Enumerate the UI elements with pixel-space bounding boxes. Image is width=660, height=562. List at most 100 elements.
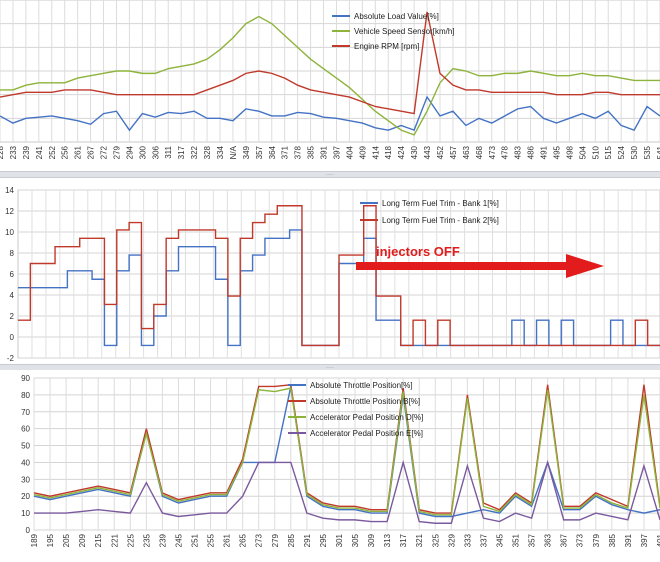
y-tick-label: 70 xyxy=(21,408,30,417)
legend-label: Engine RPM [rpm] xyxy=(354,42,419,51)
y-tick-label: 80 xyxy=(21,391,30,400)
x-tick-label: 255 xyxy=(207,533,216,547)
x-tick-label: 239 xyxy=(22,145,31,159)
chart-panel-bottom: 0 10 20 30 40 50 60 70 80 90 189 195 205 209 215 221 225… xyxy=(0,370,660,557)
x-tick-label: 486 xyxy=(527,145,536,159)
x-tick-label: 279 xyxy=(112,145,121,159)
x-tick-label: 235 xyxy=(142,533,151,547)
x-tick-label: 524 xyxy=(617,145,626,159)
x-tick-label: 515 xyxy=(604,145,613,159)
x-tick-label: 463 xyxy=(462,145,471,159)
x-tick-label: 233 xyxy=(9,145,18,159)
x-tick-label: 541 xyxy=(656,145,660,159)
x-tick-label: 189 xyxy=(30,533,39,547)
x-tick-label: 510 xyxy=(591,145,600,159)
x-tick-label: 241 xyxy=(35,145,44,159)
x-tick-label: 267 xyxy=(87,145,96,159)
x-tick-label: 291 xyxy=(303,533,312,547)
x-tick-label: 391 xyxy=(624,533,633,547)
x-tick-label: 473 xyxy=(488,145,497,159)
x-tick-label: 325 xyxy=(431,533,440,547)
x-tick-label: 418 xyxy=(384,145,393,159)
x-tick-label: 385 xyxy=(608,533,617,547)
x-tick-label: 317 xyxy=(399,533,408,547)
x-tick-label: 221 xyxy=(110,533,119,547)
x-tick-label: 367 xyxy=(560,533,569,547)
x-tick-label: 209 xyxy=(78,533,87,547)
x-tick-label: 252 xyxy=(48,145,57,159)
x-tick-label: 329 xyxy=(447,533,456,547)
x-tick-label: 357 xyxy=(255,145,264,159)
x-tick-label: 424 xyxy=(397,145,406,159)
legend-label: Absolute Throttle Position B[%] xyxy=(310,397,420,406)
x-tick-label: 468 xyxy=(475,145,484,159)
x-tick-label: 457 xyxy=(449,145,458,159)
x-tick-label: 328 xyxy=(203,145,212,159)
x-tick-label: N/A xyxy=(229,145,238,159)
x-tick-label: 261 xyxy=(223,533,232,547)
x-tick-label: 430 xyxy=(410,145,419,159)
x-tick-label: 373 xyxy=(576,533,585,547)
splitter-top[interactable]: ···· xyxy=(0,171,660,178)
legend-label: Absolute Throttle Position[%] xyxy=(310,381,413,390)
y-tick-label: 12 xyxy=(5,207,14,216)
x-tick-label: 279 xyxy=(271,533,280,547)
x-tick-label: 452 xyxy=(436,145,445,159)
x-tick-label: 301 xyxy=(335,533,344,547)
splitter-grip: ···· xyxy=(326,172,334,178)
x-tick-label: 530 xyxy=(630,145,639,159)
x-tick-label: 285 xyxy=(287,533,296,547)
y-tick-label: 0 xyxy=(26,526,31,535)
x-tick-label: 414 xyxy=(371,145,380,159)
x-tick-label: 397 xyxy=(640,533,649,547)
legend-label: Accelerator Pedal Position D[%] xyxy=(310,413,423,422)
annotation-arrow-shaft xyxy=(356,262,568,270)
y-tick-label: 50 xyxy=(21,442,30,451)
x-tick-label: 273 xyxy=(255,533,264,547)
x-tick-label: 195 xyxy=(46,533,55,547)
x-tick-label: 357 xyxy=(528,533,537,547)
x-tick-label: 378 xyxy=(294,145,303,159)
x-tick-label: 478 xyxy=(501,145,510,159)
x-tick-label: 535 xyxy=(643,145,652,159)
x-tick-label: 300 xyxy=(138,145,147,159)
x-tick-label: 491 xyxy=(540,145,549,159)
x-tick-label: 225 xyxy=(126,533,135,547)
x-tick-label: 321 xyxy=(415,533,424,547)
x-tick-label: 401 xyxy=(656,533,660,547)
x-tick-label: 385 xyxy=(307,145,316,159)
chart-middle-svg: -2 0 2 4 6 8 10 12 14 Long Term Fuel Trim - Bank … xyxy=(5,186,660,363)
x-tick-label: 305 xyxy=(351,533,360,547)
legend-label: Long Term Fuel Trim - Bank 2[%] xyxy=(382,216,499,225)
y-tick-label: 40 xyxy=(21,458,30,467)
y-tick-label: 0 xyxy=(10,333,15,342)
x-tick-label: 495 xyxy=(552,145,561,159)
x-tick-label: 317 xyxy=(177,145,186,159)
x-tick-label: 363 xyxy=(544,533,553,547)
chart-panel-middle: -2 0 2 4 6 8 10 12 14 Long Term Fuel Trim - Bank … xyxy=(0,178,660,364)
chart-panel-top: 228 233 239 241 252 256 261 267 272 279 294 300 306 3… xyxy=(0,0,660,170)
legend-label: Absolute Load Value[%] xyxy=(354,12,439,21)
x-tick-label: 311 xyxy=(164,145,173,158)
x-tick-label: 322 xyxy=(190,145,199,159)
y-tick-label: 20 xyxy=(21,492,30,501)
legend-label: Vehicle Speed Sensor[km/h] xyxy=(354,27,455,36)
x-tick-label: 349 xyxy=(242,145,251,159)
x-tick-label: 228 xyxy=(0,145,5,159)
x-tick-label: 313 xyxy=(383,533,392,547)
y-tick-label: 4 xyxy=(10,291,15,300)
x-tick-label: 309 xyxy=(367,533,376,547)
x-tick-label: 483 xyxy=(514,145,523,159)
y-tick-label: -2 xyxy=(7,354,15,363)
x-tick-label: 498 xyxy=(565,145,574,159)
x-tick-label: 379 xyxy=(592,533,601,547)
y-tick-label: 2 xyxy=(10,312,15,321)
x-tick-label: 333 xyxy=(463,533,472,547)
y-tick-label: 8 xyxy=(10,249,15,258)
y-tick-label: 10 xyxy=(21,509,30,518)
x-tick-label: 404 xyxy=(345,145,354,159)
x-tick-label: 397 xyxy=(332,145,341,159)
y-tick-label: 30 xyxy=(21,475,30,484)
x-tick-label: 371 xyxy=(281,145,290,159)
x-tick-label: 334 xyxy=(216,145,225,159)
